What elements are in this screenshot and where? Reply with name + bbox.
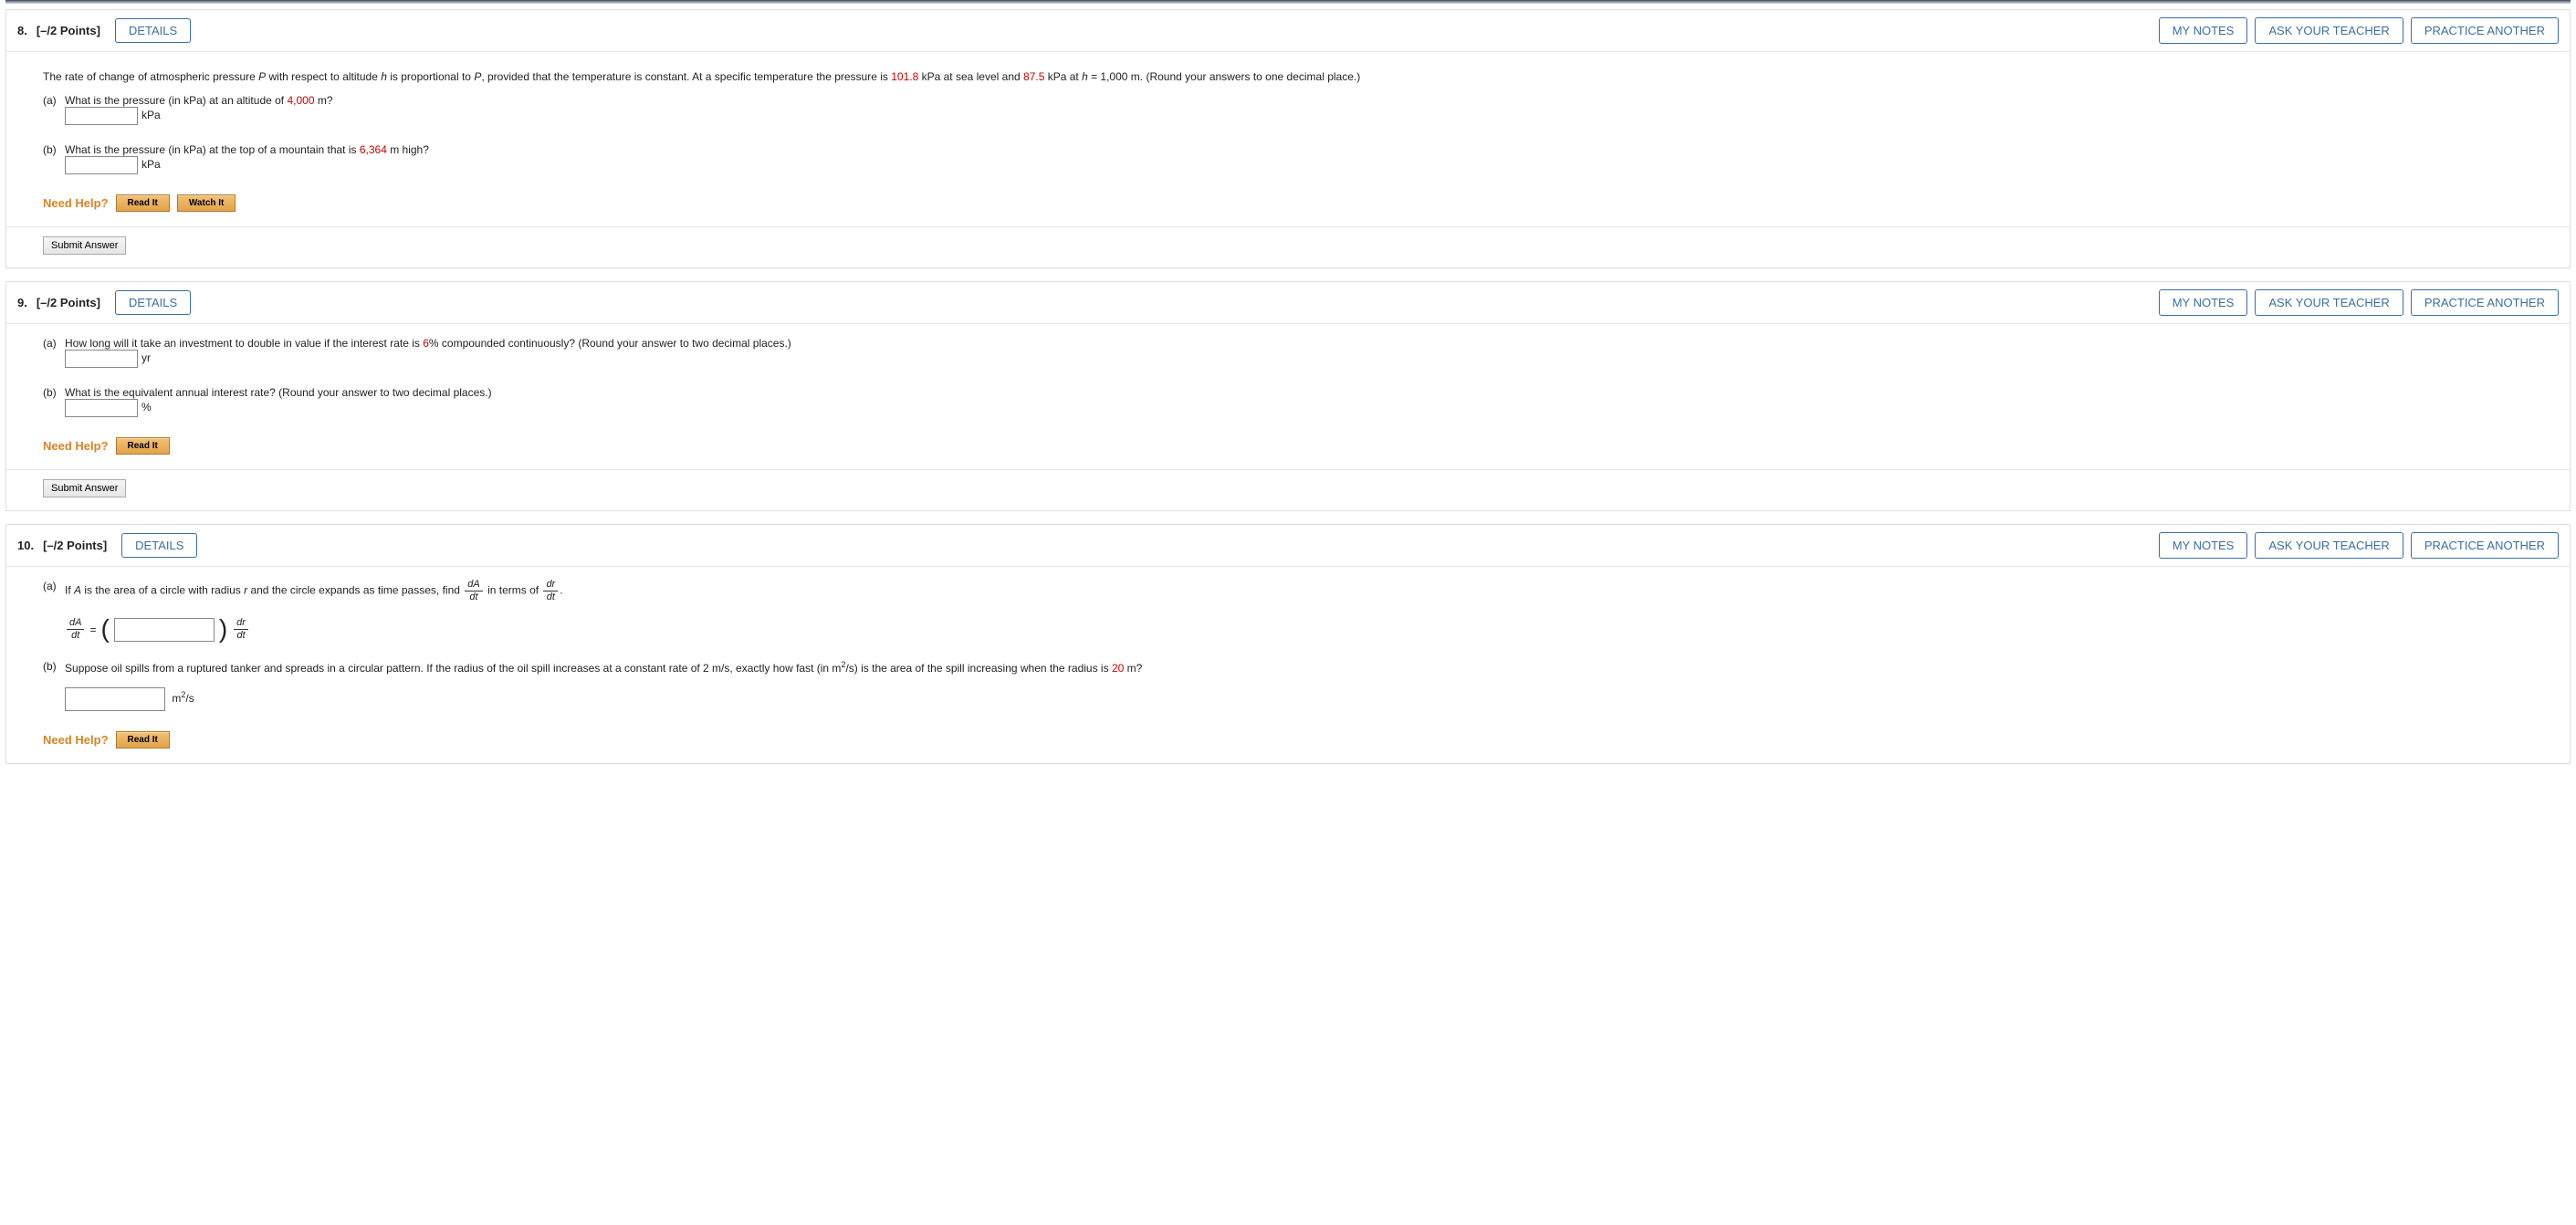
part-label: (b) [43,386,57,399]
submit-row: Submit Answer [6,227,2570,267]
submit-row: Submit Answer [6,470,2570,510]
part-a: (a) What is the pressure (in kPa) at an … [43,94,2542,125]
part-a: (a) How long will it take an investment … [43,337,2542,368]
need-help-row: Need Help? Read It [43,437,2542,455]
unit-label: m2/s [172,692,194,705]
part-label: (a) [43,580,57,592]
question-body: (a) How long will it take an investment … [6,324,2570,470]
fraction-dr-dt: drdt [234,618,248,641]
practice-another-button[interactable]: PRACTICE ANOTHER [2411,17,2559,44]
submit-answer-button[interactable]: Submit Answer [43,479,126,497]
practice-another-button[interactable]: PRACTICE ANOTHER [2411,532,2559,559]
unit-label: yr [141,351,151,364]
question-intro: The rate of change of atmospheric pressu… [43,70,2542,83]
submit-answer-button[interactable]: Submit Answer [43,236,126,255]
question-header: 9. [–/2 Points] DETAILS MY NOTES ASK YOU… [6,282,2570,324]
part-b: (b) What is the pressure (in kPa) at the… [43,143,2542,174]
read-it-button[interactable]: Read It [116,437,170,455]
fraction-dA-dt: dAdt [67,618,84,641]
question-points: [–/2 Points] [43,539,107,552]
ask-teacher-button[interactable]: ASK YOUR TEACHER [2255,17,2403,44]
paren-close-icon: ) [219,619,227,639]
answer-input-9a[interactable] [65,350,138,368]
ask-teacher-button[interactable]: ASK YOUR TEACHER [2255,289,2403,316]
answer-input-10b[interactable] [65,687,165,711]
paren-open-icon: ( [101,619,110,639]
question-number: 9. [17,296,27,309]
answer-input-8a[interactable] [65,107,138,125]
need-help-label: Need Help? [43,733,109,747]
question-number: 8. [17,24,27,37]
fraction-dA-dt: dAdt [465,580,482,602]
question-9: 9. [–/2 Points] DETAILS MY NOTES ASK YOU… [5,281,2571,511]
answer-input-9b[interactable] [65,399,138,417]
part-a: (a) If A is the area of a circle with ra… [43,580,2542,642]
unit-label: kPa [141,109,161,121]
ask-teacher-button[interactable]: ASK YOUR TEACHER [2255,532,2403,559]
question-body: The rate of change of atmospheric pressu… [6,52,2570,227]
question-8: 8. [–/2 Points] DETAILS MY NOTES ASK YOU… [5,9,2571,268]
details-button[interactable]: DETAILS [121,533,197,558]
unit-label: kPa [141,158,161,171]
answer-input-10a[interactable] [114,618,215,642]
question-10: 10. [–/2 Points] DETAILS MY NOTES ASK YO… [5,524,2571,764]
watch-it-button[interactable]: Watch It [177,194,236,212]
part-label: (a) [43,94,57,107]
need-help-row: Need Help? Read It [43,731,2542,749]
details-button[interactable]: DETAILS [115,290,191,315]
need-help-row: Need Help? Read It Watch It [43,194,2542,212]
practice-another-button[interactable]: PRACTICE ANOTHER [2411,289,2559,316]
fraction-dr-dt: drdt [543,580,558,602]
page-top-divider [5,0,2571,4]
part-label: (b) [43,143,57,156]
question-points: [–/2 Points] [37,296,100,309]
need-help-label: Need Help? [43,196,109,210]
part-label: (a) [43,337,57,350]
part-b: (b) What is the equivalent annual intere… [43,386,2542,417]
need-help-label: Need Help? [43,439,109,453]
my-notes-button[interactable]: MY NOTES [2159,289,2248,316]
part-b: (b) Suppose oil spills from a ruptured t… [43,660,2542,711]
my-notes-button[interactable]: MY NOTES [2159,532,2248,559]
question-header: 8. [–/2 Points] DETAILS MY NOTES ASK YOU… [6,10,2570,52]
question-number: 10. [17,539,34,552]
part-label: (b) [43,660,57,673]
question-points: [–/2 Points] [37,24,100,37]
unit-label: % [141,401,152,414]
read-it-button[interactable]: Read It [116,731,170,749]
my-notes-button[interactable]: MY NOTES [2159,17,2248,44]
details-button[interactable]: DETAILS [115,18,191,43]
question-body: (a) If A is the area of a circle with ra… [6,567,2570,763]
question-header: 10. [–/2 Points] DETAILS MY NOTES ASK YO… [6,525,2570,567]
answer-input-8b[interactable] [65,156,138,174]
read-it-button[interactable]: Read It [116,194,170,212]
